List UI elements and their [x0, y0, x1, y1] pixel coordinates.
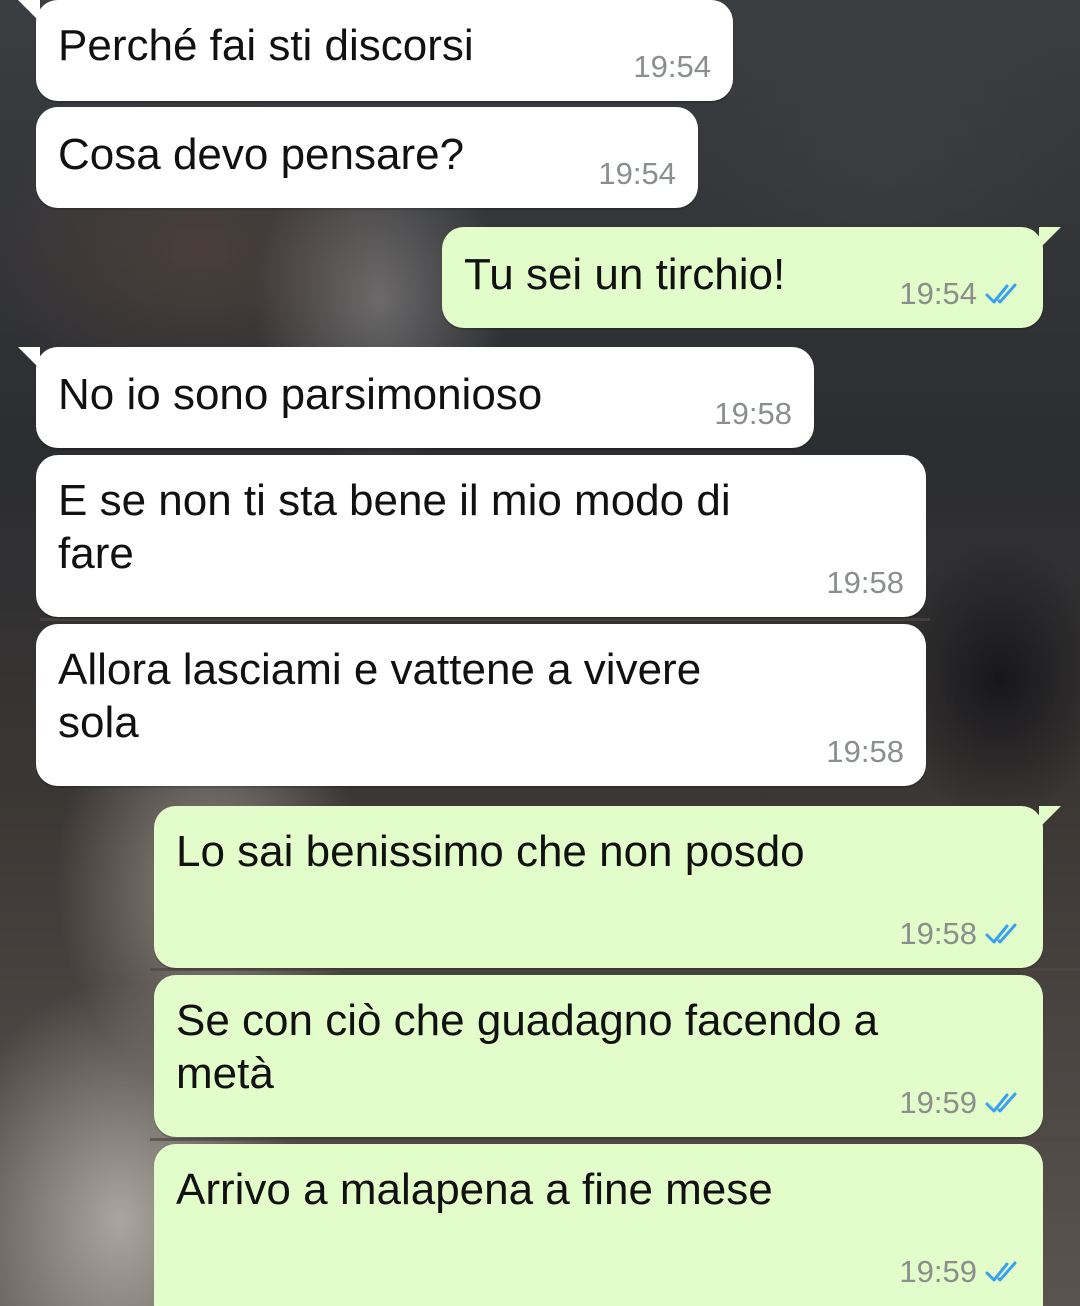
message-bubble-incoming[interactable]: Cosa devo pensare? 19:54	[36, 107, 698, 208]
double-check-read-icon	[985, 1261, 1017, 1282]
message-bubble-incoming[interactable]: Perché fai sti discorsi 19:54	[18, 0, 733, 101]
message-time: 19:58	[714, 396, 792, 431]
message-meta: 19:58	[826, 565, 904, 601]
message-time: 19:59	[899, 1085, 977, 1120]
message-text: Lo sai benissimo che non posdo	[176, 827, 805, 876]
message-meta: 19:59	[899, 1254, 1021, 1290]
message-meta: 19:58	[714, 396, 792, 432]
message-text: Se con ciò che guadagno facendo a metà	[176, 996, 879, 1098]
message-time: 19:54	[633, 49, 711, 84]
message-bubble-outgoing[interactable]: Se con ciò che guadagno facendo a metà 1…	[154, 975, 1043, 1137]
message-time: 19:54	[598, 156, 676, 191]
message-meta: 19:59	[899, 1085, 1021, 1121]
message-meta: 19:58	[899, 916, 1021, 952]
double-check-read-icon	[985, 923, 1017, 944]
message-time: 19:54	[899, 276, 977, 311]
message-text: Perché fai sti discorsi	[58, 21, 474, 70]
message-time: 19:58	[826, 734, 904, 769]
message-bubble-incoming[interactable]: Allora lasciami e vattene a vivere sola …	[36, 624, 926, 786]
message-text: Allora lasciami e vattene a vivere sola	[58, 645, 702, 747]
message-meta: 19:54	[899, 276, 1021, 312]
message-bubble-outgoing[interactable]: Arrivo a malapena a fine mese 19:59	[154, 1144, 1043, 1306]
message-time: 19:58	[826, 565, 904, 600]
message-time: 19:58	[899, 916, 977, 951]
message-bubble-incoming[interactable]: No io sono parsimonioso 19:58	[18, 347, 814, 448]
message-time: 19:59	[899, 1254, 977, 1289]
message-bubble-outgoing[interactable]: Tu sei un tirchio! 19:54	[442, 227, 1061, 328]
message-text: No io sono parsimonioso	[58, 370, 543, 419]
message-text: Arrivo a malapena a fine mese	[176, 1165, 773, 1214]
message-text: Tu sei un tirchio!	[464, 250, 786, 299]
message-bubble-incoming[interactable]: E se non ti sta bene il mio modo di fare…	[36, 455, 926, 617]
conversation[interactable]: Perché fai sti discorsi 19:54 Cosa devo …	[0, 0, 1080, 1306]
message-meta: 19:58	[826, 734, 904, 770]
message-meta: 19:54	[598, 156, 676, 192]
message-text: Cosa devo pensare?	[58, 130, 465, 179]
double-check-read-icon	[985, 1092, 1017, 1113]
message-text: E se non ti sta bene il mio modo di fare	[58, 476, 731, 578]
message-bubble-outgoing[interactable]: Lo sai benissimo che non posdo 19:58	[154, 806, 1061, 968]
double-check-read-icon	[985, 283, 1017, 304]
message-meta: 19:54	[633, 49, 711, 85]
